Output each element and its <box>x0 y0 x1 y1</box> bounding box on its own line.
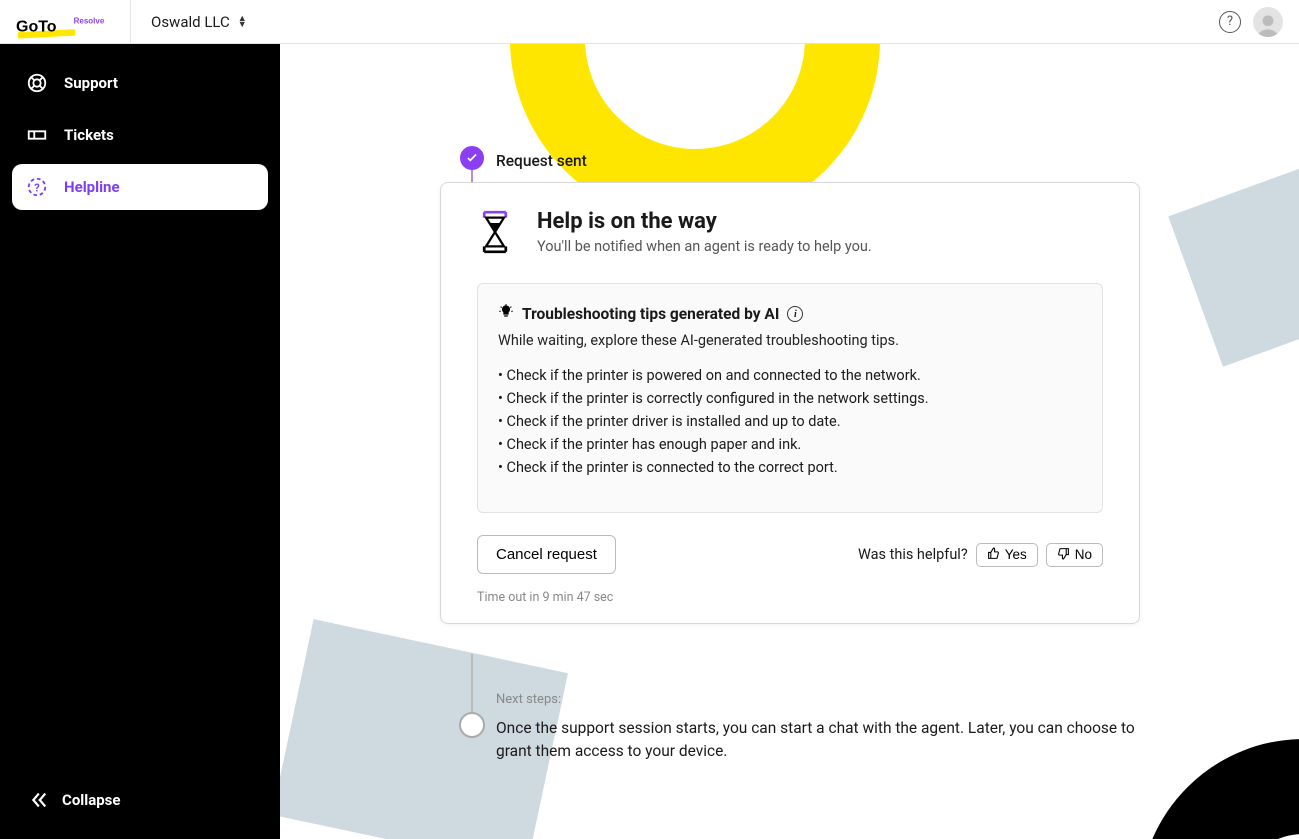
logo: GoTo Resolve <box>16 0 131 43</box>
sidebar: Support Tickets ? Helpline Collapse <box>0 44 280 839</box>
tips-title: Troubleshooting tips generated by AI <box>522 305 779 323</box>
cancel-request-button[interactable]: Cancel request <box>477 535 616 574</box>
sidebar-item-tickets[interactable]: Tickets <box>12 112 268 158</box>
lightbulb-icon <box>498 304 514 324</box>
sidebar-item-label: Helpline <box>64 178 120 196</box>
tips-list: • Check if the printer is powered on and… <box>498 367 1082 476</box>
hourglass-icon <box>477 209 513 259</box>
feedback-no-button[interactable]: No <box>1046 543 1103 567</box>
circle-icon <box>459 712 485 738</box>
help-card: Help is on the way You'll be notified wh… <box>440 182 1140 624</box>
next-steps-text: Once the support session starts, you can… <box>496 717 1146 764</box>
svg-text:?: ? <box>34 182 40 195</box>
goto-logo-icon: GoTo Resolve <box>16 15 112 43</box>
collapse-icon <box>26 789 48 811</box>
check-icon <box>460 146 484 170</box>
tip-item: • Check if the printer is correctly conf… <box>498 390 1082 407</box>
helpline-icon: ? <box>26 176 48 198</box>
next-steps: Next steps: Once the support session sta… <box>496 692 1146 764</box>
tips-subtitle: While waiting, explore these AI-generate… <box>498 332 1082 349</box>
org-name: Oswald LLC <box>151 13 230 31</box>
sidebar-item-label: Support <box>64 74 118 92</box>
topbar: GoTo Resolve Oswald LLC ▲▼ ? <box>0 0 1299 44</box>
thumbs-down-icon <box>1057 547 1070 563</box>
tip-item: • Check if the printer has enough paper … <box>498 436 1082 453</box>
thumbs-up-icon <box>987 547 1000 563</box>
main-content: Request sent <box>280 44 1299 839</box>
feedback-yes-button[interactable]: Yes <box>976 543 1038 567</box>
request-sent-label: Request sent <box>496 152 587 170</box>
feedback-question: Was this helpful? <box>858 546 968 563</box>
next-steps-label: Next steps: <box>496 692 1146 707</box>
updown-icon: ▲▼ <box>238 16 247 28</box>
timeout-text: Time out in 9 min 47 sec <box>477 590 1103 605</box>
avatar[interactable] <box>1253 7 1283 37</box>
collapse-button[interactable]: Collapse <box>12 777 268 823</box>
card-subtitle: You'll be notified when an agent is read… <box>537 238 872 255</box>
info-icon[interactable]: i <box>787 306 803 322</box>
tip-item: • Check if the printer is connected to t… <box>498 459 1082 476</box>
svg-text:Resolve: Resolve <box>74 16 105 25</box>
collapse-label: Collapse <box>62 791 121 809</box>
tip-item: • Check if the printer is powered on and… <box>498 367 1082 384</box>
tips-box: Troubleshooting tips generated by AI i W… <box>477 283 1103 513</box>
sidebar-item-support[interactable]: Support <box>12 60 268 106</box>
tip-item: • Check if the printer driver is install… <box>498 413 1082 430</box>
sidebar-item-label: Tickets <box>64 126 114 144</box>
help-icon[interactable]: ? <box>1219 11 1241 33</box>
org-switcher[interactable]: Oswald LLC ▲▼ <box>151 13 247 31</box>
timeline-line <box>471 654 473 714</box>
card-title: Help is on the way <box>537 209 872 234</box>
lifebuoy-icon <box>26 72 48 94</box>
ticket-icon <box>26 124 48 146</box>
sidebar-item-helpline[interactable]: ? Helpline <box>12 164 268 210</box>
svg-text:GoTo: GoTo <box>16 18 57 35</box>
